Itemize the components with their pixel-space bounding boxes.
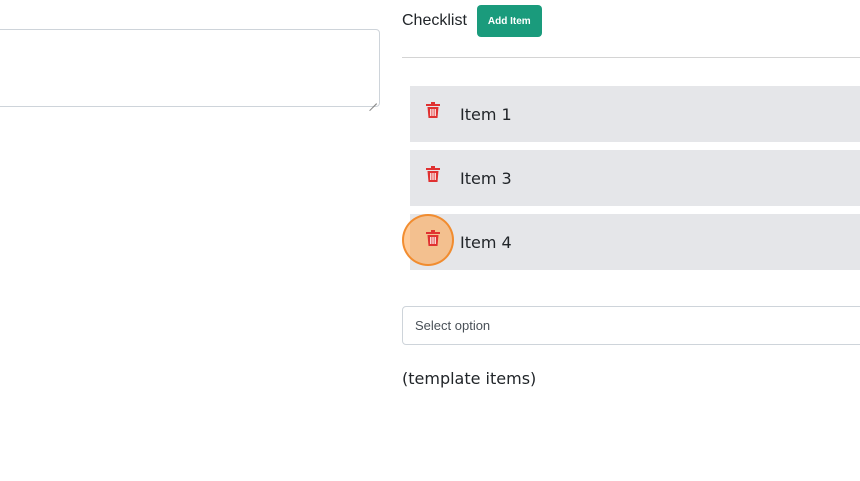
trash-icon[interactable] bbox=[426, 102, 440, 118]
item-label: Item 1 bbox=[460, 105, 512, 124]
select-placeholder: Select option bbox=[415, 318, 491, 333]
item-label: Item 3 bbox=[460, 169, 512, 188]
item-label: Item 4 bbox=[460, 233, 512, 252]
checklist: Item 1 Item 3 Item 4 bbox=[402, 86, 860, 278]
checklist-title: Checklist bbox=[402, 12, 467, 29]
checklist-header: Checklist Add Item bbox=[402, 5, 542, 37]
option-select[interactable]: Select option bbox=[402, 306, 860, 345]
notes-textarea[interactable] bbox=[0, 29, 380, 107]
page: Checklist Add Item Item 1 Item 3 Item 4 … bbox=[0, 0, 860, 481]
checklist-item: Item 3 bbox=[410, 150, 860, 206]
add-item-button[interactable]: Add Item bbox=[476, 5, 542, 37]
checklist-item: Item 1 bbox=[410, 86, 860, 142]
divider bbox=[402, 57, 860, 58]
checklist-item: Item 4 bbox=[402, 214, 860, 270]
resize-grip-icon[interactable] bbox=[369, 96, 377, 104]
trash-icon[interactable] bbox=[426, 166, 440, 182]
trash-icon[interactable] bbox=[426, 230, 440, 246]
template-note: (template items) bbox=[402, 369, 537, 388]
